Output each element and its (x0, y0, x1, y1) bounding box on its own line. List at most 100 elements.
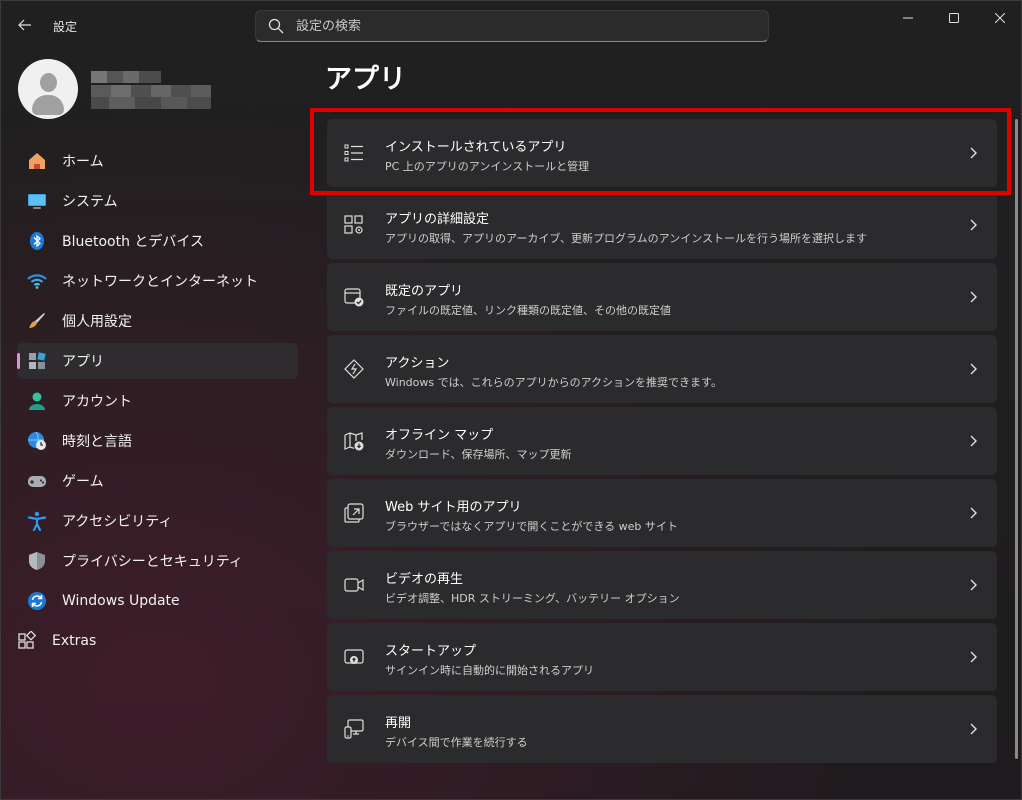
search-input[interactable] (296, 18, 736, 34)
highlight-box (310, 108, 1011, 195)
avatar[interactable] (18, 59, 78, 119)
arrow-left-icon (18, 19, 31, 31)
shield-icon (27, 551, 47, 571)
sidebar-item-network[interactable]: ネットワークとインターネット (17, 263, 298, 299)
bluetooth-icon (27, 231, 47, 251)
card-title: スタートアップ (385, 644, 477, 659)
card-subtitle: ダウンロード、保存場所、マップ更新 (385, 448, 572, 461)
card-title: アクション (385, 356, 450, 371)
sidebar-item-bluetooth[interactable]: Bluetooth とデバイス (17, 223, 298, 259)
sidebar-item-extras[interactable]: Extras (17, 623, 298, 659)
back-button[interactable] (11, 13, 39, 37)
card-subtitle: Windows では、これらのアプリからのアクションを推奨できます。 (385, 376, 722, 389)
sidebar-item-privacy-security[interactable]: プライバシーとセキュリティ (17, 543, 298, 579)
app-settings-icon (344, 215, 363, 234)
title-bar: 設定 (1, 1, 1021, 49)
offline-map-icon (344, 432, 364, 451)
page-title: アプリ (325, 64, 406, 95)
card-subtitle: ビデオ調整、HDR ストリーミング、バッテリー オプション (385, 592, 680, 605)
close-icon (995, 13, 1005, 23)
card-default-apps[interactable]: 既定のアプリ ファイルの既定値、リンク種類の既定値、その他の既定値 (327, 263, 997, 331)
sidebar-item-label: プライバシーとセキュリティ (62, 554, 243, 570)
sidebar-item-label: アカウント (62, 394, 132, 410)
card-title: Web サイト用のアプリ (385, 500, 522, 515)
card-title: アプリの詳細設定 (385, 212, 490, 227)
sidebar-item-system[interactable]: システム (17, 183, 298, 219)
card-title: オフライン マップ (385, 428, 494, 443)
sidebar-item-label: Bluetooth とデバイス (62, 234, 204, 250)
extras-icon (17, 631, 37, 651)
chevron-right-icon (970, 435, 977, 447)
update-icon (27, 591, 47, 611)
sidebar-item-label: Extras (52, 633, 97, 649)
apps-icon (27, 351, 47, 371)
sidebar-item-gaming[interactable]: ゲーム (17, 463, 298, 499)
sidebar-item-label: ゲーム (62, 474, 104, 490)
maximize-icon (949, 13, 959, 23)
chevron-right-icon (970, 723, 977, 735)
card-subtitle: アプリの取得、アプリのアーカイブ、更新プログラムのアンインストールを行う場所を選… (385, 232, 868, 245)
card-advanced-app-settings[interactable]: アプリの詳細設定 アプリの取得、アプリのアーカイブ、更新プログラムのアンインスト… (327, 191, 997, 259)
card-subtitle: ブラウザーではなくアプリで開くことができる web サイト (385, 520, 678, 533)
chevron-right-icon (970, 507, 977, 519)
resume-icon (344, 719, 364, 739)
startup-icon (344, 649, 364, 664)
scrollbar[interactable] (1015, 119, 1018, 759)
chevron-right-icon (970, 579, 977, 591)
chevron-right-icon (970, 219, 977, 231)
sidebar-item-label: 個人用設定 (62, 314, 132, 330)
sidebar-item-label: アクセシビリティ (62, 514, 173, 530)
avatar-body-shape (32, 95, 64, 115)
sidebar-item-windows-update[interactable]: Windows Update (17, 583, 298, 619)
sidebar-item-label: ネットワークとインターネット (62, 274, 258, 290)
search-icon (268, 18, 284, 34)
sidebar-item-label: システム (62, 194, 118, 210)
card-subtitle: サインイン時に自動的に開始されるアプリ (385, 664, 594, 677)
settings-window: 設定 ホーム システム (0, 0, 1022, 800)
minimize-button[interactable] (885, 1, 931, 35)
card-actions[interactable]: アクション Windows では、これらのアプリからのアクションを推奨できます。 (327, 335, 997, 403)
wifi-icon (27, 271, 47, 291)
search-box[interactable] (255, 10, 769, 42)
default-apps-icon (344, 288, 364, 307)
sidebar-item-accounts[interactable]: アカウント (17, 383, 298, 419)
sidebar-item-label: アプリ (62, 354, 104, 370)
account-icon (27, 391, 47, 411)
card-title: 既定のアプリ (385, 284, 464, 299)
sidebar-item-label: 時刻と言語 (62, 434, 132, 450)
app-title: 設定 (53, 20, 78, 34)
monitor-icon (27, 191, 47, 211)
maximize-button[interactable] (931, 1, 977, 35)
card-startup[interactable]: スタートアップ サインイン時に自動的に開始されるアプリ (327, 623, 997, 691)
video-icon (344, 578, 364, 592)
sidebar-item-apps[interactable]: アプリ (17, 343, 298, 379)
sidebar-nav: ホーム システム Bluetooth とデバイス ネットワークとインターネット … (17, 143, 298, 663)
home-icon (27, 151, 47, 171)
brush-icon (27, 311, 47, 331)
settings-list: インストールされているアプリ PC 上のアプリのアンインストールと管理 アプリの… (327, 119, 997, 767)
card-title: ビデオの再生 (385, 572, 464, 587)
sidebar-item-personalization[interactable]: 個人用設定 (17, 303, 298, 339)
sidebar-item-label: Windows Update (62, 593, 180, 609)
avatar-head-shape (40, 73, 57, 92)
globe-clock-icon (27, 431, 47, 451)
card-offline-maps[interactable]: オフライン マップ ダウンロード、保存場所、マップ更新 (327, 407, 997, 475)
chevron-right-icon (970, 291, 977, 303)
sidebar-item-home[interactable]: ホーム (17, 143, 298, 179)
card-apps-for-websites[interactable]: Web サイト用のアプリ ブラウザーではなくアプリで開くことができる web サ… (327, 479, 997, 547)
sidebar-item-accessibility[interactable]: アクセシビリティ (17, 503, 298, 539)
chevron-right-icon (970, 363, 977, 375)
action-icon (344, 359, 364, 379)
sidebar-item-time-language[interactable]: 時刻と言語 (17, 423, 298, 459)
sidebar-item-label: ホーム (62, 154, 104, 170)
card-resume[interactable]: 再開 デバイス間で作業を続行する (327, 695, 997, 763)
card-title: 再開 (385, 716, 412, 731)
card-video-playback[interactable]: ビデオの再生 ビデオ調整、HDR ストリーミング、バッテリー オプション (327, 551, 997, 619)
card-subtitle: デバイス間で作業を続行する (385, 736, 528, 749)
chevron-right-icon (970, 651, 977, 663)
close-button[interactable] (977, 1, 1022, 35)
open-in-app-icon (344, 503, 364, 523)
card-subtitle: ファイルの既定値、リンク種類の既定値、その他の既定値 (385, 304, 671, 317)
minimize-icon (903, 17, 913, 19)
profile-name-redacted (91, 71, 211, 109)
